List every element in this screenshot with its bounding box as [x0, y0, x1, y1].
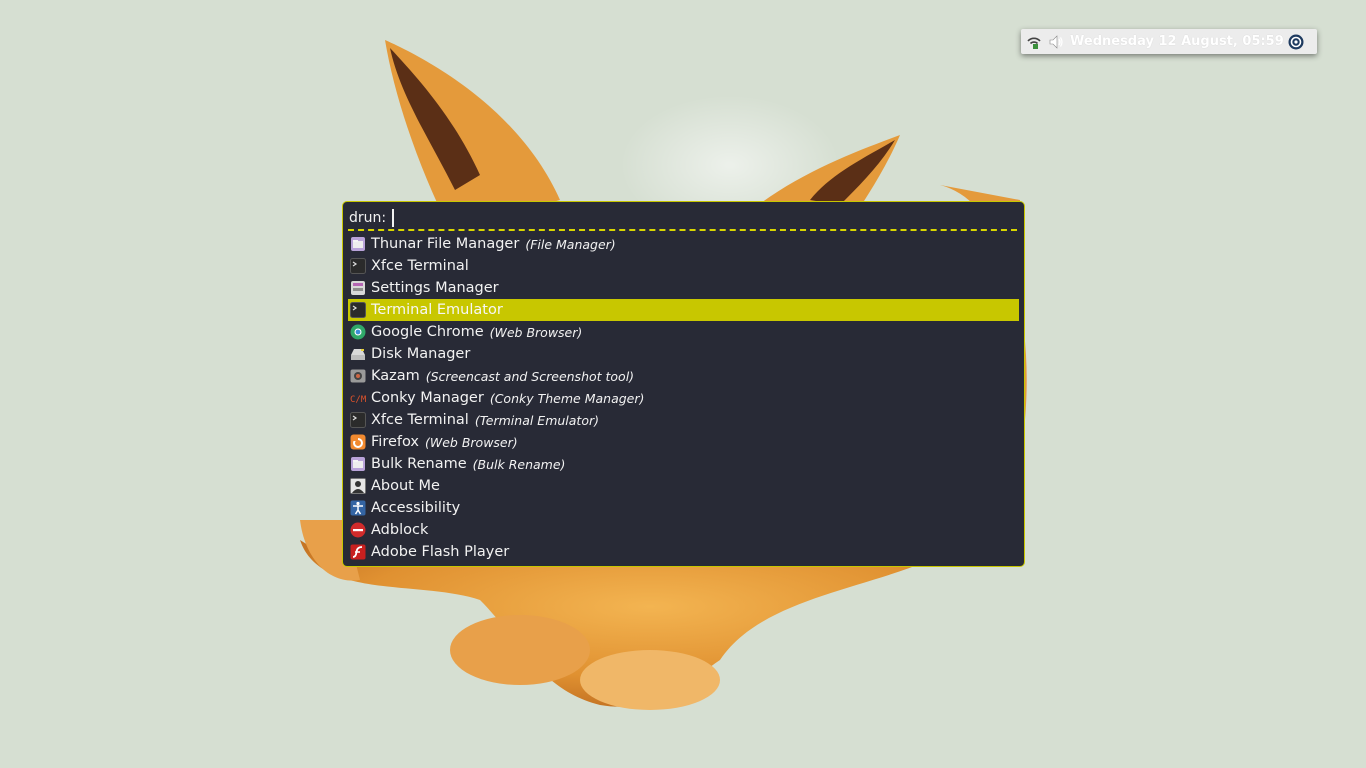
list-item-label: Google Chrome	[371, 324, 484, 340]
list-item[interactable]: C/M Conky Manager (Conky Theme Manager)	[348, 387, 1019, 409]
list-item-label: Kazam	[371, 368, 420, 384]
list-item[interactable]: Xfce Terminal (Terminal Emulator)	[348, 409, 1019, 431]
list-item[interactable]: Disk Manager	[348, 343, 1019, 365]
list-item[interactable]: Adobe Flash Player	[348, 541, 1019, 563]
svg-text:C/M: C/M	[350, 395, 366, 405]
conky-icon: C/M	[350, 390, 366, 406]
list-item[interactable]: Accessibility	[348, 497, 1019, 519]
user-icon	[350, 478, 366, 494]
list-item-label: Firefox	[371, 434, 419, 450]
search-input[interactable]	[392, 209, 395, 227]
folder-icon	[350, 456, 366, 472]
folder-icon	[350, 236, 366, 252]
list-item-label: Thunar File Manager	[371, 236, 520, 252]
list-item[interactable]: Firefox (Web Browser)	[348, 431, 1019, 453]
list-item-label: Xfce Terminal	[371, 258, 469, 274]
terminal-icon	[350, 258, 366, 274]
chrome-icon	[350, 324, 366, 340]
prompt-label: drun:	[349, 210, 387, 226]
list-item-label: Adblock	[371, 522, 429, 538]
power-icon[interactable]	[1288, 34, 1304, 50]
firefox-icon	[350, 434, 366, 450]
network-icon[interactable]	[1026, 34, 1042, 50]
list-item[interactable]: Google Chrome (Web Browser)	[348, 321, 1019, 343]
app-list: Thunar File Manager (File Manager) Xfce Te…	[348, 233, 1019, 563]
list-item-label: Conky Manager	[371, 390, 484, 406]
list-item-label: Disk Manager	[371, 346, 471, 362]
list-item[interactable]: Xfce Terminal	[348, 255, 1019, 277]
divider	[348, 229, 1017, 231]
list-item[interactable]: Settings Manager	[348, 277, 1019, 299]
list-item-description: (Conky Theme Manager)	[489, 390, 645, 406]
list-item[interactable]: Bulk Rename (Bulk Rename)	[348, 453, 1019, 475]
list-item-description: (Screencast and Screenshot tool)	[425, 368, 635, 384]
list-item-label: Xfce Terminal	[371, 412, 469, 428]
list-item-label: Terminal Emulator	[371, 302, 503, 318]
list-item-description: (File Manager)	[525, 236, 616, 252]
list-item-description: (Web Browser)	[425, 434, 518, 450]
list-item-description: (Terminal Emulator)	[474, 412, 599, 428]
flash-icon	[350, 544, 366, 560]
list-item-label: About Me	[371, 478, 440, 494]
accessibility-icon	[350, 500, 366, 516]
list-item[interactable]: Kazam (Screencast and Screenshot tool)	[348, 365, 1019, 387]
list-item[interactable]: About Me	[348, 475, 1019, 497]
list-item[interactable]: Thunar File Manager (File Manager)	[348, 233, 1019, 255]
list-item-label: Bulk Rename	[371, 456, 467, 472]
top-panel: Wednesday 12 August, 05:59	[1021, 29, 1317, 54]
disk-icon	[350, 346, 366, 362]
terminal-icon	[350, 302, 366, 318]
camera-icon	[350, 368, 366, 384]
terminal-icon	[350, 412, 366, 428]
volume-icon[interactable]	[1048, 34, 1064, 50]
list-item-label: Adobe Flash Player	[371, 544, 510, 560]
adblock-icon	[350, 522, 366, 538]
app-launcher: drun: Thunar File Manager (File Manager) X…	[342, 201, 1025, 567]
list-item[interactable]: Adblock	[348, 519, 1019, 541]
list-item-label: Accessibility	[371, 500, 461, 516]
prompt-row[interactable]: drun:	[349, 207, 395, 229]
settings-icon	[350, 280, 366, 296]
list-item-description: (Web Browser)	[489, 324, 583, 340]
list-item[interactable]: Terminal Emulator	[348, 299, 1019, 321]
clock[interactable]: Wednesday 12 August, 05:59	[1070, 34, 1284, 49]
list-item-label: Settings Manager	[371, 280, 499, 296]
list-item-description: (Bulk Rename)	[472, 456, 566, 472]
